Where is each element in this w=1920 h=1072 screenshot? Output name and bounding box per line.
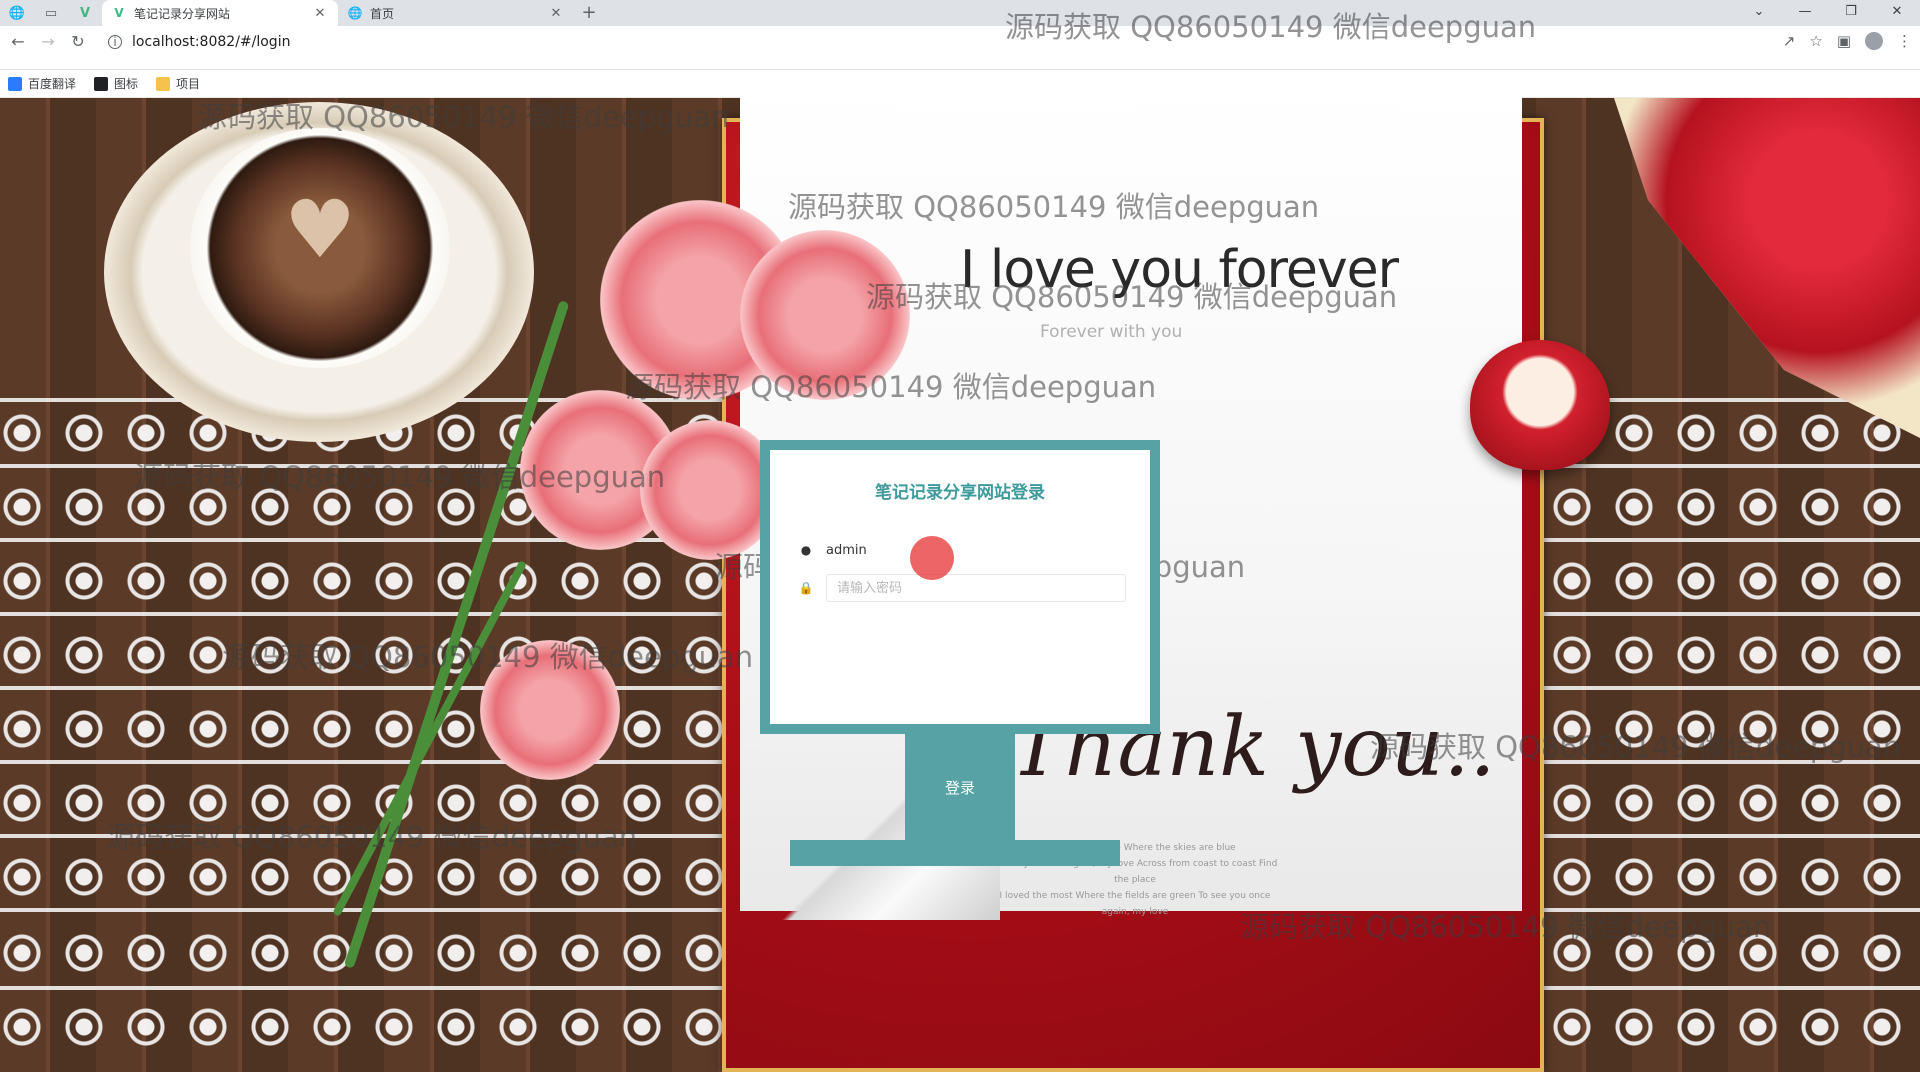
globe-icon: 🌐 [8, 5, 26, 21]
bookmark-baidu-translate[interactable]: 百度翻译 [8, 75, 76, 92]
carnation-flower [480, 640, 620, 780]
carnation-flower [640, 420, 780, 560]
folder-icon [156, 76, 171, 91]
share-icon[interactable]: ↗ [1783, 32, 1796, 50]
gift-bow-image [1614, 98, 1920, 438]
toolbar-icons: ↗ ☆ ▣ ⋮ [1783, 32, 1912, 50]
carnation-flower [740, 230, 910, 400]
username-row: ● admin [798, 536, 1126, 564]
translate-icon [8, 76, 22, 91]
user-icon: ● [800, 543, 812, 557]
lock-icon: 🔒 [798, 581, 814, 595]
sidepanel-icon[interactable]: ▣ [1837, 32, 1851, 50]
pinned-tab-globe[interactable]: 🌐 [0, 0, 34, 26]
browser-tabbar: 🌐 ▭ V V 笔记记录分享网站 ✕ 🌐 首页 ✕ + ⌄ — ❐ ✕ [0, 0, 1920, 26]
card-subtitle: Forever with you [1040, 322, 1183, 342]
card-title: I love you forever [960, 240, 1399, 300]
globe-icon: 🌐 [347, 6, 363, 20]
bookmark-label: 百度翻译 [28, 77, 77, 91]
bookmark-icons[interactable]: 图标 [94, 75, 138, 92]
vue-logo-icon: V [114, 6, 124, 20]
menu-kebab-icon[interactable]: ⋮ [1897, 32, 1912, 50]
close-icon[interactable]: ✕ [548, 6, 564, 21]
password-row: 🔒 [798, 574, 1126, 602]
tab-login[interactable]: V 笔记记录分享网站 ✕ [102, 0, 338, 26]
pinned-tab-vue[interactable]: V [68, 0, 102, 26]
blank-page-icon: ▭ [44, 5, 58, 21]
tab-title: 笔记记录分享网站 [134, 6, 231, 21]
login-stand-base [790, 840, 1120, 866]
image-icon [94, 76, 109, 91]
login-button[interactable]: 登录 [905, 734, 1015, 840]
window-controls: ⌄ — ❐ ✕ [1736, 0, 1920, 26]
back-button[interactable]: ← [6, 30, 30, 54]
bookmark-projects[interactable]: 项目 [156, 75, 200, 92]
tab-title: 首页 [370, 6, 395, 21]
reload-button[interactable]: ↻ [66, 30, 90, 54]
new-tab-button[interactable]: + [574, 0, 604, 26]
click-indicator [910, 536, 954, 580]
tab-home[interactable]: 🌐 首页 ✕ [338, 0, 574, 26]
minimize-button[interactable]: — [1782, 0, 1828, 26]
heart-cookie-image [1470, 340, 1610, 470]
forward-button[interactable]: → [36, 30, 60, 54]
chevron-down-icon[interactable]: ⌄ [1736, 0, 1782, 26]
address-text: localhost:8082/#/login [132, 34, 291, 50]
close-window-button[interactable]: ✕ [1874, 0, 1920, 26]
bookmark-label: 图标 [114, 77, 139, 91]
info-icon[interactable]: i [108, 35, 122, 49]
login-title: 笔记记录分享网站登录 [875, 483, 1045, 503]
password-input[interactable] [826, 574, 1126, 602]
profile-avatar[interactable] [1865, 32, 1883, 50]
username-field[interactable]: admin [826, 543, 867, 558]
close-icon[interactable]: ✕ [312, 6, 328, 21]
browser-toolbar: ← → ↻ i localhost:8082/#/login ↗ ☆ ▣ ⋮ [0, 26, 1920, 70]
pinned-tab-blank[interactable]: ▭ [34, 0, 68, 26]
login-form: 笔记记录分享网站登录 ● admin 🔒 [760, 440, 1160, 734]
address-bar[interactable]: i localhost:8082/#/login [108, 29, 1808, 55]
bookmark-label: 项目 [176, 77, 201, 91]
login-button-label: 登录 [944, 778, 975, 797]
restore-button[interactable]: ❐ [1828, 0, 1874, 26]
latte-heart-icon: ♥ [284, 183, 356, 276]
star-icon[interactable]: ☆ [1809, 32, 1822, 50]
vue-logo-icon: V [79, 5, 91, 21]
